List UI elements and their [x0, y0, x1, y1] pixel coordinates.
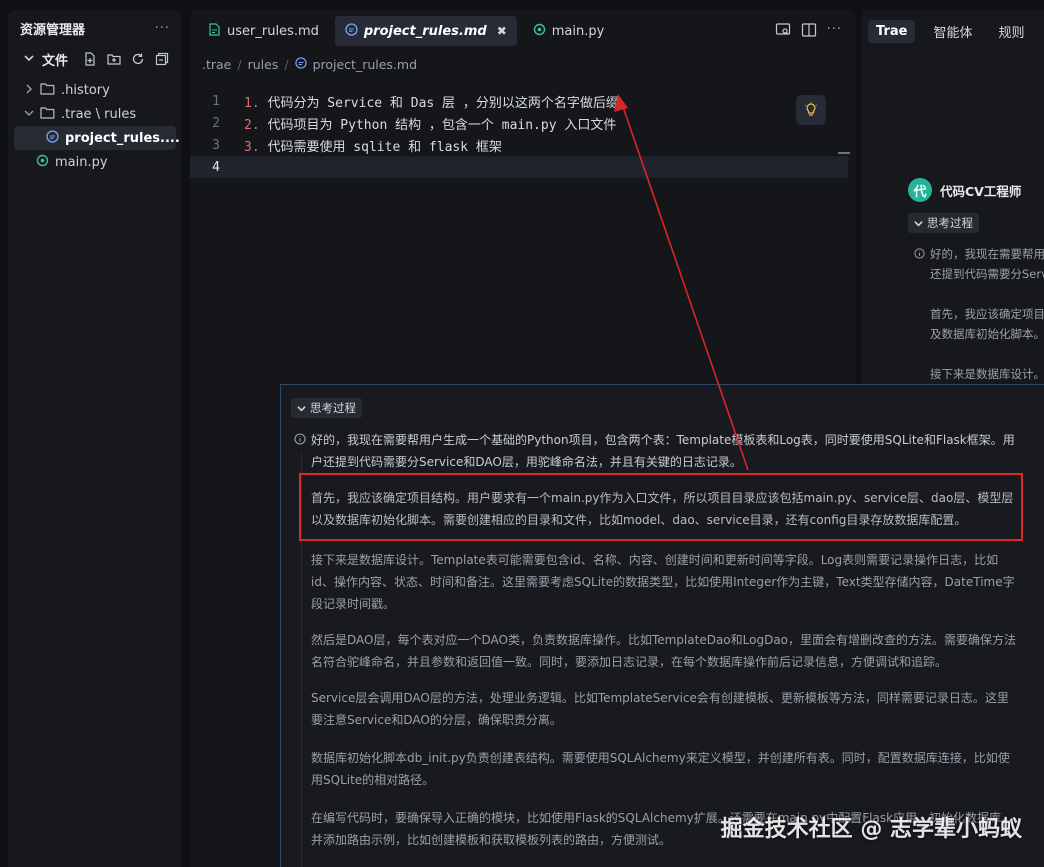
tab-rules[interactable]: 规则 [990, 18, 1032, 45]
code-area[interactable]: 1 1. 代码分为 Service 和 Das 层 ，分别以这两个名字做后缀 2… [190, 90, 856, 178]
tab-label: main.py [551, 23, 605, 39]
line-number: 3 [212, 137, 220, 153]
tree-item-label: .history [61, 82, 110, 98]
editor-actions: ··· [775, 22, 842, 42]
tree-item-main-py[interactable]: main.py [8, 150, 182, 174]
tree-item-label: project_rules.... [65, 130, 180, 146]
files-section-label: 文件 [42, 53, 69, 69]
folder-icon [40, 82, 55, 99]
close-icon[interactable]: ✖ [497, 24, 507, 38]
info-icon [294, 433, 306, 448]
code-line[interactable]: 2 2. 代码项目为 Python 结构 ，包含一个 main.py 入口文件 [190, 112, 856, 134]
thinking-snippet: 还提到代码需要分Service和DAO层 [930, 267, 1044, 281]
agent-header: 代 代码CV工程师 [908, 178, 1021, 202]
chat-tab-bar: Trae 智能体 规则 [862, 10, 1044, 52]
breadcrumb-item[interactable]: rules [248, 57, 279, 72]
python-file-icon [533, 23, 546, 40]
tab-label: user_rules.md [227, 23, 319, 39]
thinking-snippet: 好的，我现在需要帮用户生成一个基础的 [930, 247, 1044, 261]
highlight-box [299, 473, 1023, 541]
thinking-snippet: 接下来是数据库设计。 [930, 367, 1044, 381]
thinking-paragraph: 接下来是数据库设计。Template表可能需要包含id、名称、内容、创建时间和更… [311, 553, 1015, 611]
refresh-icon[interactable] [130, 51, 146, 67]
thinking-paragraph: 好的，我现在需要帮用户生成一个基础的Python项目，包含两个表：Templat… [311, 433, 1015, 469]
tab-agents[interactable]: 智能体 [925, 18, 980, 45]
md-file-icon [46, 129, 59, 147]
tree-item-label: .trae \ rules [61, 106, 137, 122]
lightbulb-icon[interactable] [796, 95, 826, 125]
thinking-label: 思考过程 [310, 401, 356, 415]
chevron-down-icon [22, 53, 36, 66]
chevron-down-icon [297, 405, 306, 411]
tab-main-py[interactable]: main.py [523, 16, 615, 46]
folder-open-icon [40, 106, 55, 123]
split-editor-icon[interactable] [801, 22, 817, 42]
preview-icon[interactable] [775, 22, 791, 42]
avatar: 代 [908, 178, 932, 202]
new-file-icon[interactable] [82, 51, 98, 67]
list-marker: 1. [244, 95, 260, 111]
explorer-panel: 资源管理器 ··· 文件 .history .trae \ rules proj… [8, 10, 182, 867]
tree-item-label: main.py [55, 154, 108, 170]
chevron-right-icon [22, 84, 36, 97]
code-line[interactable]: 3 3. 代码需要使用 sqlite 和 flask 框架 [190, 134, 856, 156]
thinking-paragraph: Service层会调用DAO层的方法，处理业务逻辑。比如TemplateServ… [311, 691, 1009, 727]
files-section-header[interactable]: 文件 [8, 46, 182, 72]
rules-file-icon [208, 22, 221, 40]
code-line-current[interactable]: 4 [190, 156, 848, 178]
explorer-more-button[interactable]: ··· [155, 21, 170, 36]
python-file-icon [36, 154, 49, 171]
tab-user-rules[interactable]: user_rules.md [198, 16, 329, 46]
tree-item-project-rules[interactable]: project_rules.... [14, 126, 180, 150]
line-text: 代码需要使用 sqlite 和 flask 框架 [259, 139, 502, 155]
chevron-down-icon [22, 108, 36, 121]
thinking-paragraph: 然后是DAO层，每个表对应一个DAO类，负责数据库操作。比如TemplateDa… [311, 633, 1017, 669]
md-file-icon [345, 22, 358, 40]
scrollbar-marker[interactable] [838, 152, 850, 154]
tab-project-rules[interactable]: project_rules.md ✖ [334, 16, 517, 46]
thinking-toggle[interactable]: 思考过程 [291, 398, 362, 418]
editor-tab-bar: user_rules.md project_rules.md ✖ main.py… [190, 10, 856, 52]
tree-item-trae-rules[interactable]: .trae \ rules [8, 102, 182, 126]
thinking-snippet: 及数据库初始化脚本。 [930, 327, 1044, 341]
breadcrumb: .trae / rules / project_rules.md [202, 56, 418, 72]
info-icon [914, 248, 926, 263]
collapse-all-icon[interactable] [154, 51, 170, 67]
list-marker: 3. [244, 139, 260, 155]
line-text: 代码项目为 Python 结构 ，包含一个 main.py 入口文件 [259, 117, 617, 133]
thinking-zoom-panel: 思考过程 好的，我现在需要帮用户生成一个基础的Python项目，包含两个表：Te… [280, 384, 1044, 867]
thinking-toggle[interactable]: 思考过程 [908, 213, 979, 233]
list-marker: 2. [244, 117, 260, 133]
thinking-label: 思考过程 [927, 216, 973, 230]
explorer-header: 资源管理器 ··· [8, 10, 182, 46]
editor-more-button[interactable]: ··· [827, 22, 842, 42]
new-folder-icon[interactable] [106, 51, 122, 67]
explorer-title: 资源管理器 [20, 22, 86, 38]
thinking-paragraph: 数据库初始化脚本db_init.py负责创建表结构。需要使用SQLAlchemy… [311, 751, 1010, 787]
line-number: 4 [212, 159, 220, 175]
line-text: 代码分为 Service 和 Das 层 ，分别以这两个名字做后缀 [259, 95, 619, 111]
code-line[interactable]: 1 1. 代码分为 Service 和 Das 层 ，分别以这两个名字做后缀 [190, 90, 856, 112]
thinking-snippet: 首先，我应该确定项目结构。 [930, 307, 1044, 321]
line-number: 2 [212, 115, 220, 131]
md-file-icon [294, 56, 307, 72]
tab-label: project_rules.md [363, 23, 487, 39]
breadcrumb-item[interactable]: .trae [202, 57, 231, 72]
line-number: 1 [212, 93, 220, 109]
tree-item-history[interactable]: .history [8, 78, 182, 102]
breadcrumb-item[interactable]: project_rules.md [313, 57, 417, 72]
agent-name: 代码CV工程师 [940, 183, 1022, 199]
tab-trae[interactable]: Trae [868, 19, 916, 43]
chevron-down-icon [914, 220, 923, 226]
watermark: 掘金技术社区 @ 志学辈小蚂蚁 [720, 817, 1022, 842]
